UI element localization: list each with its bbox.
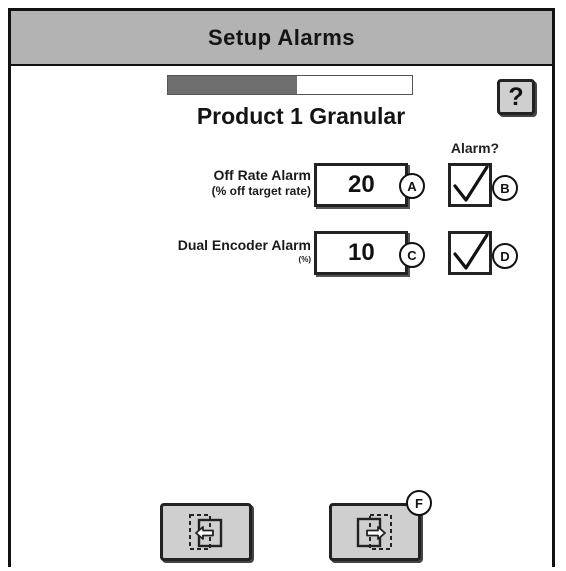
title-bar: Setup Alarms xyxy=(11,11,552,66)
callout-f: F xyxy=(406,490,432,516)
off-rate-alarm-value: 20 xyxy=(348,171,375,198)
back-button[interactable] xyxy=(160,503,252,561)
next-button[interactable] xyxy=(329,503,421,561)
dual-encoder-alarm-input[interactable]: 10 xyxy=(314,231,408,275)
off-rate-alarm-input[interactable]: 20 xyxy=(314,163,408,207)
off-rate-alarm-title: Off Rate Alarm xyxy=(213,167,311,183)
checkmark-icon xyxy=(453,233,489,270)
checkmark-icon xyxy=(453,165,489,202)
off-rate-alarm-subtitle: (% off target rate) xyxy=(211,184,311,198)
dual-encoder-alarm-subtitle: (%) xyxy=(298,255,311,264)
help-button[interactable]: ? xyxy=(497,79,535,115)
dual-encoder-alarm-value: 10 xyxy=(348,239,375,266)
progress-bar xyxy=(167,75,413,95)
enter-arrow-right-icon xyxy=(356,514,392,550)
alarm-column-header: Alarm? xyxy=(450,140,500,156)
help-icon: ? xyxy=(508,82,524,111)
page-title: Setup Alarms xyxy=(207,24,355,50)
dual-encoder-alarm-checkbox[interactable] xyxy=(448,231,492,275)
product-title: Product 1 Granular xyxy=(196,103,406,129)
dual-encoder-alarm-label: Dual Encoder Alarm (%) xyxy=(107,237,311,266)
progress-fill xyxy=(168,76,298,94)
off-rate-alarm-label: Off Rate Alarm (% off target rate) xyxy=(107,167,311,199)
dual-encoder-alarm-title: Dual Encoder Alarm xyxy=(177,237,311,253)
exit-arrow-left-icon xyxy=(189,514,223,550)
callout-d: D xyxy=(492,243,518,269)
callout-a: A xyxy=(399,173,425,199)
callout-c: C xyxy=(399,242,425,268)
callout-b: B xyxy=(492,175,518,201)
off-rate-alarm-checkbox[interactable] xyxy=(448,163,492,207)
alarm-setup-screen: Setup Alarms ? Product 1 Granular Alarm?… xyxy=(8,8,555,567)
